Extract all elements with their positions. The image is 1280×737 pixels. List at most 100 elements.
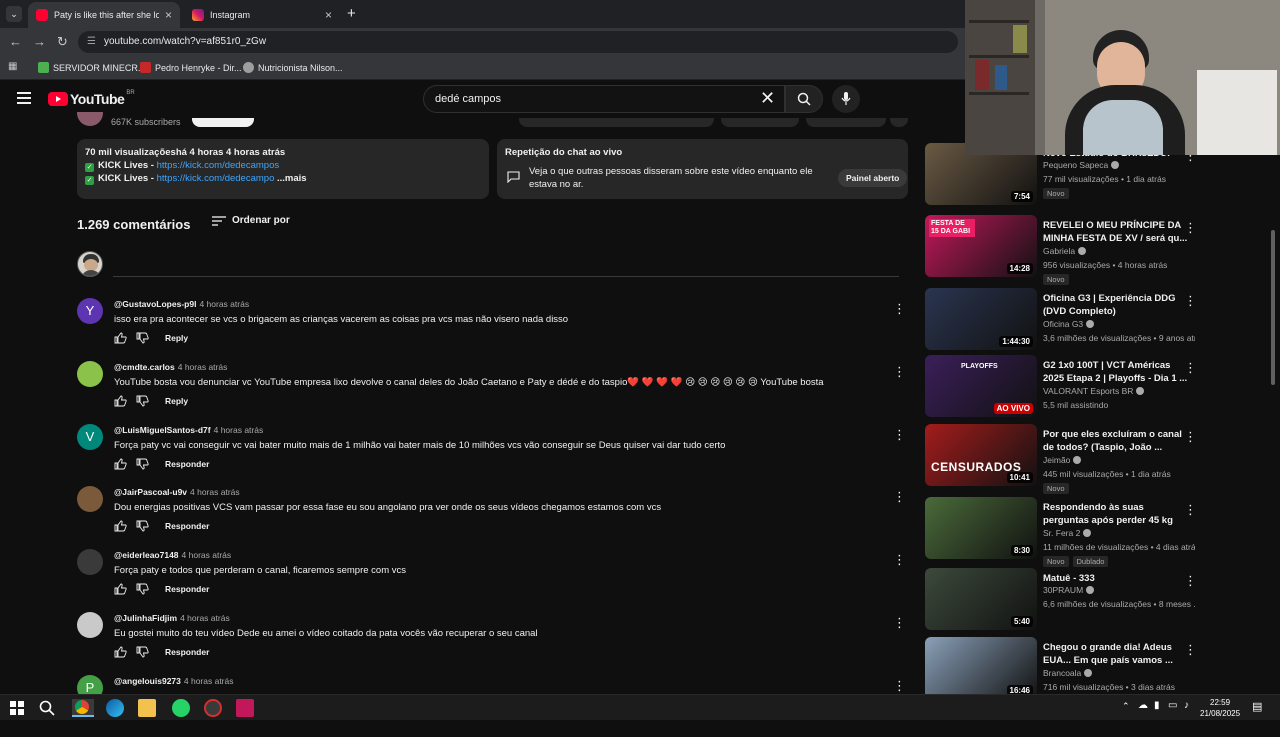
like-icon[interactable]	[114, 395, 127, 407]
tray-overflow-icon[interactable]: ⌃	[1122, 701, 1130, 712]
comment-time[interactable]: 4 horas atrás	[182, 550, 232, 560]
video-thumbnail[interactable]: 1:44:30	[925, 288, 1037, 350]
recommended-video[interactable]: 8:30 Respondendo às suas perguntas após p…	[925, 497, 1270, 567]
video-channel[interactable]: Jeimão	[1043, 455, 1082, 465]
comment-time[interactable]: 4 horas atrás	[184, 676, 234, 686]
recommended-video[interactable]: 1:44:30 Oficina G3 | Experiência DDG (DVD…	[925, 288, 1270, 350]
comment-menu-icon[interactable]: ⋮	[893, 616, 906, 630]
commenter-avatar[interactable]	[77, 549, 103, 575]
video-title[interactable]: Oficina G3 | Experiência DDG (DVD Comple…	[1043, 292, 1188, 318]
bookmark-servidor[interactable]: SERVIDOR MINECR...	[38, 62, 145, 73]
notification-icon[interactable]: ▤	[1252, 700, 1262, 713]
like-icon[interactable]	[114, 583, 127, 595]
commenter-avatar[interactable]	[77, 361, 103, 387]
like-icon[interactable]	[114, 646, 127, 658]
microphone-tray-icon[interactable]: ▮	[1154, 700, 1160, 711]
apps-grid-icon[interactable]: ▦	[8, 61, 17, 72]
whatsapp-taskbar-icon[interactable]	[172, 699, 190, 717]
commenter-avatar[interactable]: Y	[77, 298, 103, 324]
menu-icon[interactable]	[17, 92, 31, 104]
reply-button[interactable]: Responder	[165, 647, 209, 657]
video-menu-icon[interactable]: ⋮	[1184, 502, 1197, 518]
video-description[interactable]: 70 mil visualizaçõeshá 4 horas 4 horas a…	[77, 139, 489, 199]
video-channel[interactable]: VALORANT Esports BR	[1043, 386, 1145, 396]
close-tab-icon[interactable]: ×	[325, 8, 332, 22]
dislike-icon[interactable]	[136, 458, 149, 470]
more-actions-button[interactable]	[890, 118, 908, 127]
bookmark-nutricionista[interactable]: Nutricionista Nilson...	[243, 62, 343, 73]
reply-button[interactable]: Responder	[165, 459, 209, 469]
reply-button[interactable]: Responder	[165, 584, 209, 594]
video-channel[interactable]: Brancoala	[1043, 668, 1093, 678]
file-explorer-icon[interactable]	[138, 699, 156, 717]
tab-instagram[interactable]: Instagram ×	[184, 2, 340, 28]
comment-time[interactable]: 4 horas atrás	[190, 487, 240, 497]
show-more-button[interactable]: ...mais	[277, 173, 307, 184]
obs-taskbar-icon[interactable]	[204, 699, 222, 717]
recommended-video[interactable]: 16:46 Chegou o grande dia! Adeus EUA... E…	[925, 637, 1270, 699]
video-channel[interactable]: 30PRAUM	[1043, 585, 1095, 595]
reply-button[interactable]: Reply	[165, 396, 188, 406]
forward-icon[interactable]: →	[33, 34, 46, 49]
search-button[interactable]	[785, 85, 823, 113]
comment-author[interactable]: @angelouis9273	[114, 676, 181, 686]
reload-icon[interactable]: ↻	[57, 34, 68, 50]
recommended-video[interactable]: FESTA DE 15 DA GABI 14:28 REVELEI O MEU PR…	[925, 215, 1270, 285]
video-menu-icon[interactable]: ⋮	[1184, 293, 1197, 309]
save-button[interactable]	[806, 118, 886, 127]
comment-author[interactable]: @JulinhaFidjim	[114, 613, 177, 623]
comment-menu-icon[interactable]: ⋮	[893, 679, 906, 693]
comment-author[interactable]: @cmdte.carlos	[114, 362, 175, 372]
comment-menu-icon[interactable]: ⋮	[893, 553, 906, 567]
dislike-icon[interactable]	[136, 520, 149, 532]
video-title[interactable]: Chegou o grande dia! Adeus EUA... Em que…	[1043, 641, 1188, 667]
video-menu-icon[interactable]: ⋮	[1184, 360, 1197, 376]
comment-author[interactable]: @eiderleao7148	[114, 550, 179, 560]
sort-comments-button[interactable]: Ordenar por	[212, 215, 290, 226]
video-thumbnail[interactable]: FESTA DE 15 DA GABI 14:28	[925, 215, 1037, 277]
video-title[interactable]: G2 1x0 100T | VCT Américas 2025 Etapa 2 …	[1043, 359, 1188, 385]
comment-menu-icon[interactable]: ⋮	[893, 302, 906, 316]
add-comment-input[interactable]	[113, 276, 899, 277]
recommended-video[interactable]: CENSURADOS 10:41 Por que eles excluíram o …	[925, 424, 1270, 494]
video-title[interactable]: Respondendo às suas perguntas após perde…	[1043, 501, 1188, 527]
edge-taskbar-icon[interactable]	[106, 699, 124, 717]
commenter-avatar[interactable]: V	[77, 424, 103, 450]
reply-button[interactable]: Reply	[165, 333, 188, 343]
kick-link[interactable]: https://kick.com/dedecampos	[157, 160, 280, 171]
windows-start-icon[interactable]	[8, 699, 26, 717]
commenter-avatar[interactable]	[77, 486, 103, 512]
bookmark-pedro[interactable]: Pedro Henryke - Dir...	[140, 62, 242, 73]
search-icon[interactable]	[38, 699, 56, 717]
recommended-video[interactable]: PLAYOFFS AO VIVO G2 1x0 100T | VCT América…	[925, 355, 1270, 417]
reply-button[interactable]: Responder	[165, 521, 209, 531]
video-menu-icon[interactable]: ⋮	[1184, 642, 1197, 658]
video-menu-icon[interactable]: ⋮	[1184, 429, 1197, 445]
video-channel[interactable]: Sr. Fera 2	[1043, 528, 1092, 538]
dislike-icon[interactable]	[136, 395, 149, 407]
search-input[interactable]: dedé campos	[423, 85, 785, 113]
volume-icon[interactable]: ♪	[1184, 700, 1189, 711]
video-thumbnail[interactable]: 8:30	[925, 497, 1037, 559]
clear-search-icon[interactable]: ✕	[760, 88, 775, 108]
network-icon[interactable]: ▭	[1168, 700, 1177, 711]
comment-menu-icon[interactable]: ⋮	[893, 490, 906, 504]
comment-time[interactable]: 4 horas atrás	[180, 613, 230, 623]
dislike-icon[interactable]	[136, 332, 149, 344]
like-icon[interactable]	[114, 458, 127, 470]
comment-menu-icon[interactable]: ⋮	[893, 365, 906, 379]
taskbar-clock[interactable]: 22:59 21/08/2025	[1200, 697, 1240, 719]
youtube-logo[interactable]: YouTube BR	[48, 90, 135, 107]
subscribe-button[interactable]	[192, 118, 254, 127]
like-icon[interactable]	[114, 332, 127, 344]
chrome-taskbar-icon[interactable]	[72, 699, 94, 717]
back-icon[interactable]: ←	[9, 34, 22, 49]
comment-time[interactable]: 4 horas atrás	[178, 362, 228, 372]
video-title[interactable]: Matuê - 333	[1043, 572, 1188, 585]
comment-time[interactable]: 4 horas atrás	[214, 425, 264, 435]
video-menu-icon[interactable]: ⋮	[1184, 220, 1197, 236]
video-menu-icon[interactable]: ⋮	[1184, 573, 1197, 589]
kick-link[interactable]: https://kick.com/dedecampo	[157, 173, 275, 184]
tab-youtube[interactable]: Paty is like this after she lost he ×	[28, 2, 180, 28]
video-channel[interactable]: Gabriela	[1043, 246, 1087, 256]
